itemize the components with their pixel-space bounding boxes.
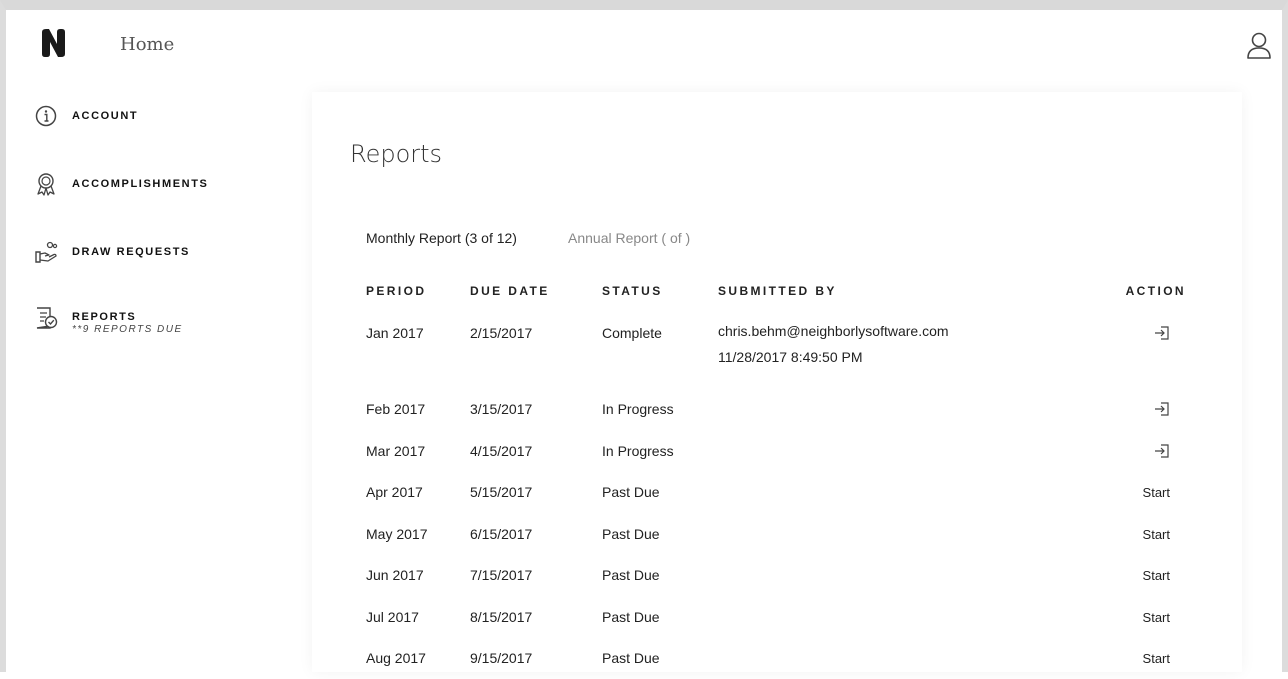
- period-cell: Jul 2017: [366, 608, 419, 625]
- top-bar: Home: [6, 10, 1282, 72]
- due-date-cell: 6/15/2017: [470, 525, 533, 542]
- table-header-row: PERIOD DUE DATE STATUS SUBMITTED BY ACTI…: [366, 280, 1186, 312]
- submitted-by-cell: [718, 637, 1098, 679]
- status-cell: Past Due: [602, 484, 660, 500]
- column-header-period[interactable]: PERIOD: [366, 280, 470, 312]
- submitted-by-cell: [718, 596, 1098, 638]
- action-cell: Start: [1098, 513, 1186, 555]
- column-header-action: ACTION: [1125, 284, 1186, 298]
- column-header-due-date[interactable]: DUE DATE: [470, 280, 602, 312]
- period-cell: Jun 2017: [366, 567, 424, 583]
- status-cell: Past Due: [602, 650, 660, 666]
- status-cell: In Progress: [602, 401, 674, 417]
- start-button[interactable]: Start: [1143, 568, 1170, 583]
- status-cell: Past Due: [602, 525, 660, 542]
- column-header-status[interactable]: STATUS: [602, 280, 718, 312]
- info-circle-icon: [35, 105, 57, 127]
- report-check-icon: [36, 307, 58, 329]
- column-header-submitted-by[interactable]: SUBMITTED BY: [718, 280, 1098, 312]
- table-row: Jan 2017 2/15/2017 Complete chris.behm@n…: [366, 312, 1186, 388]
- period-cell: Feb 2017: [366, 401, 426, 417]
- start-button[interactable]: Start: [1143, 527, 1170, 542]
- sidebar-item-draw-requests[interactable]: DRAW REQUESTS: [34, 240, 190, 264]
- main-content: Reports Monthly Report (3 of 12) Annual …: [312, 92, 1242, 672]
- action-cell: Start: [1098, 554, 1186, 596]
- action-cell: [1098, 430, 1186, 472]
- submitted-by-cell: [718, 513, 1098, 555]
- sidebar-item-label: DRAW REQUESTS: [72, 246, 190, 258]
- action-cell: [1098, 312, 1186, 388]
- sidebar: ACCOUNT ACCOMPLISHMENTS DRAW REQUESTS RE…: [6, 72, 306, 672]
- home-link[interactable]: Home: [120, 34, 174, 55]
- submitted-by-cell: [718, 430, 1098, 472]
- status-cell: Past Due: [602, 608, 660, 625]
- status-cell: Past Due: [602, 567, 660, 583]
- action-cell: [1098, 388, 1186, 430]
- table-row: Jul 2017 8/15/2017 Past Due Start: [366, 596, 1186, 638]
- sidebar-item-label: ACCOUNT: [72, 110, 139, 122]
- action-cell: Start: [1098, 471, 1186, 513]
- sidebar-item-accomplishments[interactable]: ACCOMPLISHMENTS: [34, 172, 208, 196]
- tab-annual-report[interactable]: Annual Report ( of ): [568, 230, 690, 246]
- due-date-cell: 7/15/2017: [470, 567, 533, 583]
- period-cell: Mar 2017: [366, 442, 426, 459]
- table-row: Apr 2017 5/15/2017 Past Due Start: [366, 471, 1186, 513]
- submitted-by-email: chris.behm@neighborlysoftware.com: [718, 323, 949, 339]
- table-row: Jun 2017 7/15/2017 Past Due Start: [366, 554, 1186, 596]
- status-cell: In Progress: [602, 442, 674, 459]
- enter-icon[interactable]: [1154, 401, 1170, 417]
- submitted-by-cell: chris.behm@neighborlysoftware.com 11/28/…: [718, 312, 1098, 388]
- due-date-cell: 5/15/2017: [470, 484, 533, 500]
- brand-logo-icon[interactable]: [40, 28, 66, 58]
- user-profile-icon[interactable]: [1246, 32, 1272, 60]
- table-row: Mar 2017 4/15/2017 In Progress: [366, 430, 1186, 472]
- reports-due-badge: **9 REPORTS DUE: [72, 324, 183, 335]
- reports-table: PERIOD DUE DATE STATUS SUBMITTED BY ACTI…: [366, 280, 1186, 679]
- submitted-at-timestamp: 11/28/2017 8:49:50 PM: [718, 349, 863, 365]
- table-row: May 2017 6/15/2017 Past Due Start: [366, 513, 1186, 555]
- submitted-by-cell: [718, 554, 1098, 596]
- award-ribbon-icon: [37, 173, 55, 196]
- table-row: Aug 2017 9/15/2017 Past Due Start: [366, 637, 1186, 679]
- sidebar-item-reports[interactable]: REPORTS **9 REPORTS DUE: [34, 306, 183, 336]
- status-cell: Complete: [602, 325, 662, 341]
- enter-icon[interactable]: [1154, 443, 1170, 459]
- sidebar-item-account[interactable]: ACCOUNT: [34, 104, 138, 128]
- period-cell: Apr 2017: [366, 484, 423, 500]
- period-cell: Aug 2017: [366, 650, 426, 666]
- submitted-by-cell: [718, 471, 1098, 513]
- sidebar-item-label: ACCOMPLISHMENTS: [72, 178, 209, 190]
- due-date-cell: 9/15/2017: [470, 650, 533, 666]
- start-button[interactable]: Start: [1143, 485, 1170, 500]
- period-cell: May 2017: [366, 525, 428, 542]
- period-cell: Jan 2017: [366, 325, 424, 341]
- hand-money-icon: [35, 241, 58, 263]
- tab-monthly-report[interactable]: Monthly Report (3 of 12): [366, 230, 517, 246]
- sidebar-item-label: REPORTS: [72, 311, 137, 323]
- start-button[interactable]: Start: [1143, 651, 1170, 666]
- submitted-by-cell: [718, 388, 1098, 430]
- start-button[interactable]: Start: [1143, 610, 1170, 625]
- due-date-cell: 8/15/2017: [470, 608, 533, 625]
- due-date-cell: 4/15/2017: [470, 442, 533, 459]
- action-cell: Start: [1098, 637, 1186, 679]
- due-date-cell: 3/15/2017: [470, 401, 533, 417]
- page-title: Reports: [350, 140, 443, 168]
- enter-icon[interactable]: [1154, 325, 1170, 341]
- due-date-cell: 2/15/2017: [470, 325, 533, 341]
- table-row: Feb 2017 3/15/2017 In Progress: [366, 388, 1186, 430]
- action-cell: Start: [1098, 596, 1186, 638]
